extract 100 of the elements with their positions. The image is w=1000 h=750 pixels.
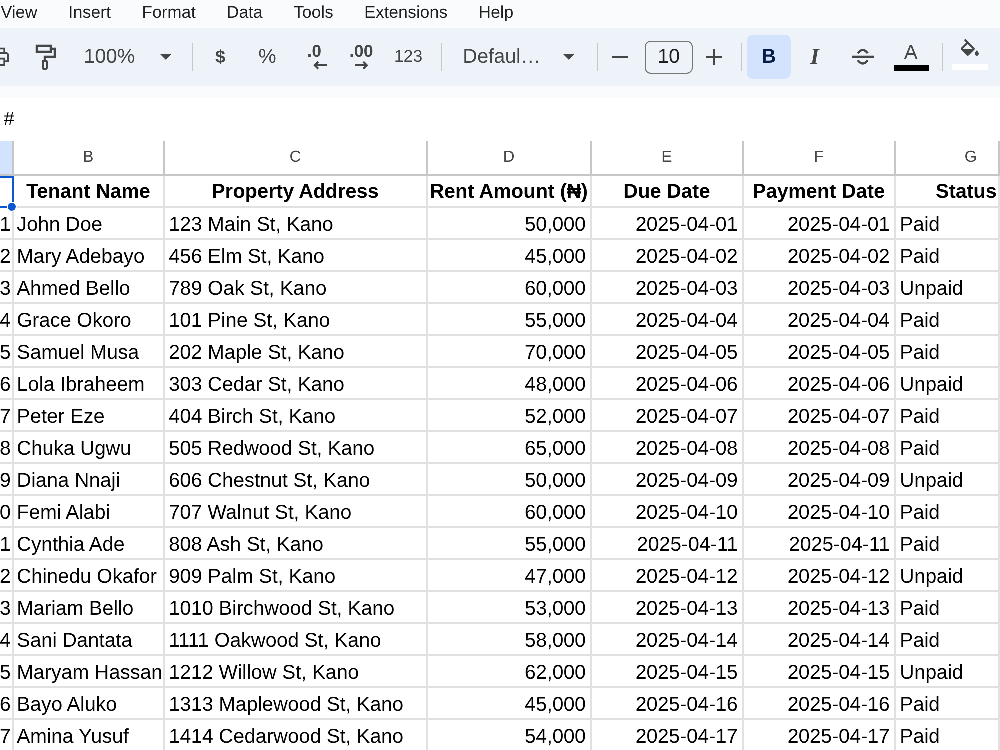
- table-cell: 2025-04-02: [592, 240, 744, 272]
- table-cell: Mariam Bello: [14, 592, 165, 624]
- menu-item[interactable]: Format: [142, 3, 196, 23]
- text-color-button[interactable]: A: [887, 35, 935, 79]
- table-cell: 2025-04-01: [592, 208, 744, 240]
- table-cell: Paid: [896, 400, 1000, 432]
- table-cell: 60,000: [428, 496, 592, 528]
- table-cell: 7: [0, 720, 14, 750]
- percent-button[interactable]: %: [244, 37, 291, 77]
- table-cell: 50,000: [428, 464, 592, 496]
- table-cell: 9: [0, 464, 14, 496]
- table-cell: Lola Ibraheem: [14, 368, 165, 400]
- menu-item[interactable]: Extensions: [364, 3, 448, 23]
- table-cell: 909 Palm St, Kano: [165, 560, 428, 592]
- table-cell: Paid: [896, 208, 1000, 240]
- table-cell: 5: [0, 336, 14, 368]
- zoom-dropdown[interactable]: 100%: [72, 37, 184, 77]
- table-cell: Paid: [896, 304, 1000, 336]
- menu-item[interactable]: Data: [226, 3, 263, 23]
- column-header[interactable]: D: [428, 141, 592, 176]
- table-cell: 1212 Willow St, Kano: [165, 656, 428, 688]
- table-cell: 45,000: [428, 688, 592, 720]
- table-cell: Paid: [896, 336, 1000, 368]
- font-size-input[interactable]: 10: [645, 40, 693, 74]
- bold-button[interactable]: B: [747, 35, 791, 79]
- header-cell: Property Address: [165, 176, 428, 208]
- plus-icon[interactable]: [706, 49, 722, 65]
- table-cell: 2025-04-04: [744, 304, 896, 336]
- table-cell: 303 Cedar St, Kano: [165, 368, 428, 400]
- table-cell: 2025-04-03: [592, 272, 744, 304]
- table-cell: 606 Chestnut St, Kano: [165, 464, 428, 496]
- table-cell: 202 Maple St, Kano: [165, 336, 428, 368]
- table-cell: 1010 Birchwood St, Kano: [165, 592, 428, 624]
- table-cell: 1414 Cedarwood St, Kano: [165, 720, 428, 750]
- table-cell: 2025-04-07: [744, 400, 896, 432]
- table-cell: 2025-04-13: [744, 592, 896, 624]
- column-header[interactable]: F: [744, 141, 896, 176]
- table-cell: 6: [0, 688, 14, 720]
- arrow-left-icon[interactable]: [312, 61, 326, 70]
- table-cell: 2025-04-12: [592, 560, 744, 592]
- menu-item[interactable]: Insert: [68, 3, 112, 23]
- table-cell: 2025-04-11: [592, 528, 744, 560]
- table-cell: 54,000: [428, 720, 592, 750]
- menu-item[interactable]: View: [1, 3, 38, 23]
- table-cell: Maryam Hassan: [14, 656, 165, 688]
- table-cell: Sani Dantata: [14, 624, 165, 656]
- column-header[interactable]: E: [592, 141, 744, 176]
- table-cell: Paid: [896, 496, 1000, 528]
- arrow-right-icon[interactable]: [354, 61, 368, 70]
- decrease-decimals-button[interactable]: .0: [291, 37, 338, 77]
- table-cell: 2025-04-17: [592, 720, 744, 750]
- table-cell: Unpaid: [896, 368, 1000, 400]
- paint-roller-icon[interactable]: [35, 44, 57, 70]
- table-cell: 2025-04-15: [744, 656, 896, 688]
- formula-input[interactable]: #: [0, 98, 1000, 141]
- table-cell: 62,000: [428, 656, 592, 688]
- table-cell: 2025-04-02: [744, 240, 896, 272]
- table-cell: 2025-04-03: [744, 272, 896, 304]
- table-cell: 2025-04-14: [592, 624, 744, 656]
- table-cell: 456 Elm St, Kano: [165, 240, 428, 272]
- table-cell: 2: [0, 560, 14, 592]
- table-cell: 53,000: [428, 592, 592, 624]
- font-dropdown[interactable]: Defaul…: [451, 37, 585, 77]
- header-cell: Tenant Name: [14, 176, 165, 208]
- caret-icon[interactable]: [160, 54, 172, 60]
- table-cell: John Doe: [14, 208, 165, 240]
- table-cell: 789 Oak St, Kano: [165, 272, 428, 304]
- table-cell: 2025-04-16: [592, 688, 744, 720]
- column-header[interactable]: C: [165, 141, 428, 176]
- table-cell: 7: [0, 400, 14, 432]
- table-cell: 3: [0, 272, 14, 304]
- table-cell: Paid: [896, 240, 1000, 272]
- increase-decimals-button[interactable]: .00: [338, 37, 385, 77]
- table-cell: 404 Birch St, Kano: [165, 400, 428, 432]
- table-cell: Unpaid: [896, 464, 1000, 496]
- header-cell: Status: [896, 176, 1000, 208]
- table-cell: Paid: [896, 720, 1000, 750]
- italic-button[interactable]: I: [791, 37, 839, 77]
- table-cell: 1: [0, 208, 14, 240]
- table-cell: Unpaid: [896, 272, 1000, 304]
- table-cell: 2025-04-08: [592, 432, 744, 464]
- table-cell: Samuel Musa: [14, 336, 165, 368]
- table-cell: Mary Adebayo: [14, 240, 165, 272]
- menu-item[interactable]: Tools: [294, 3, 334, 23]
- table-cell: 2025-04-11: [744, 528, 896, 560]
- table-cell: 6: [0, 368, 14, 400]
- column-header[interactable]: B: [14, 141, 165, 176]
- currency-button[interactable]: $: [197, 37, 244, 77]
- table-cell: Bayo Aluko: [14, 688, 165, 720]
- table-cell: 8: [0, 432, 14, 464]
- menu-item[interactable]: Help: [478, 3, 514, 23]
- table-cell: 808 Ash St, Kano: [165, 528, 428, 560]
- caret-icon[interactable]: [563, 54, 575, 60]
- table-cell: 2025-04-07: [592, 400, 744, 432]
- column-header[interactable]: G: [896, 141, 1000, 176]
- number-format-button[interactable]: 123: [385, 37, 432, 77]
- strikethrough-icon[interactable]: [851, 47, 875, 67]
- fill-handle-icon[interactable]: [7, 202, 17, 212]
- table-cell: Paid: [896, 528, 1000, 560]
- header-cell: Rent Amount (₦): [428, 176, 592, 208]
